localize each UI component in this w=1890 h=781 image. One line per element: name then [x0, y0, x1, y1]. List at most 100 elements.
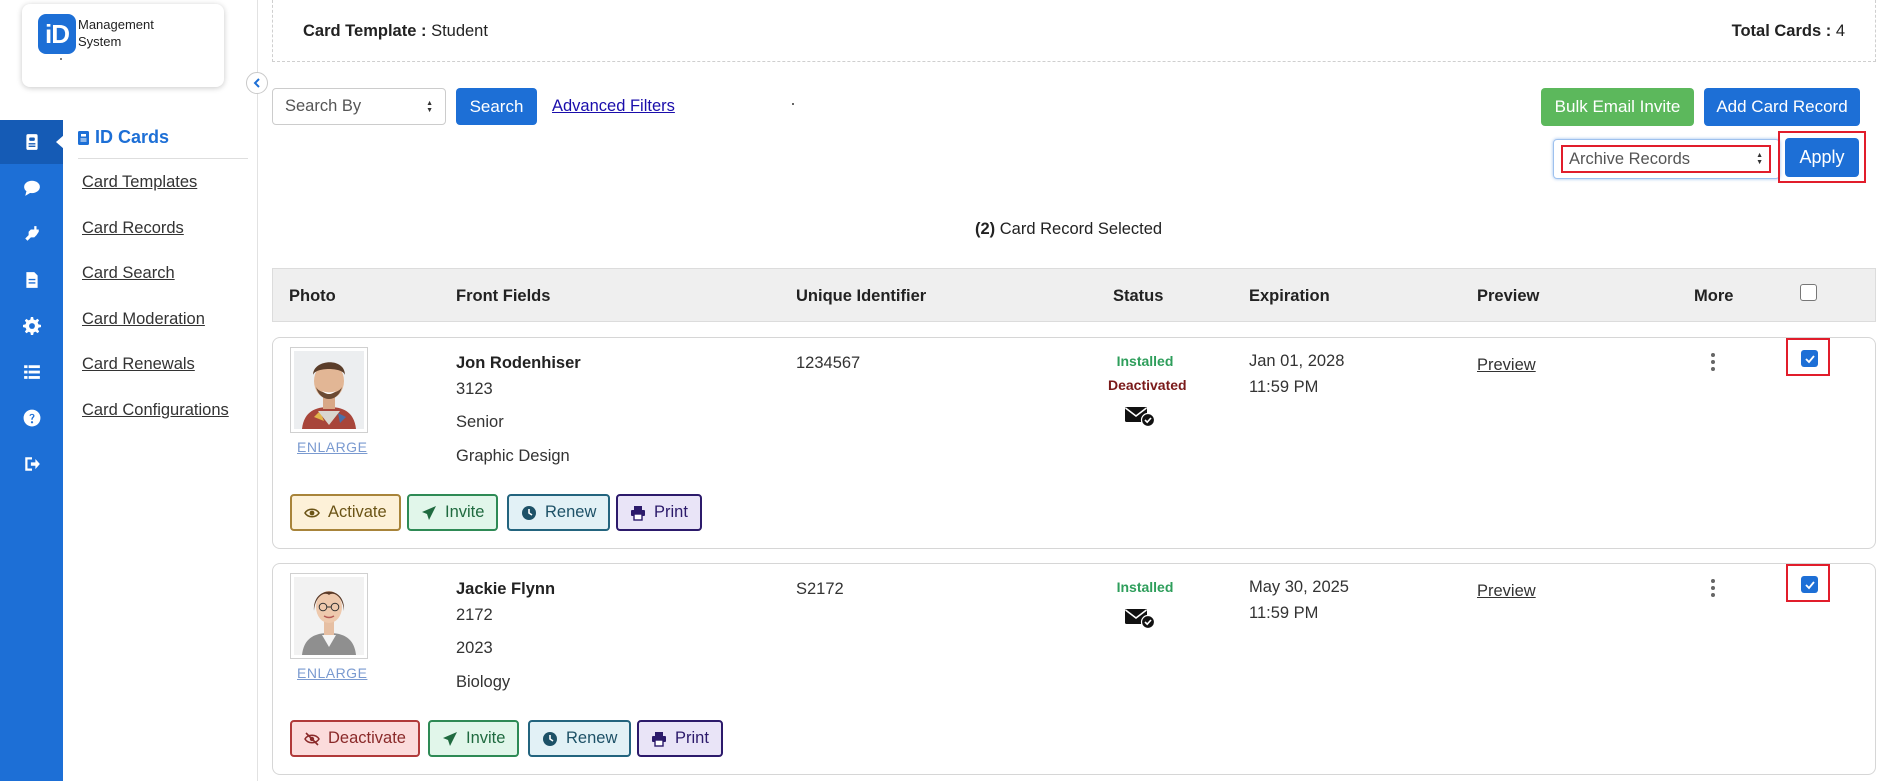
email-sent-icon [1125, 407, 1156, 428]
bulk-email-invite-button[interactable]: Bulk Email Invite [1541, 88, 1694, 126]
expiration-date: May 30, 2025 [1249, 578, 1349, 596]
column-header-front-fields: Front Fields [456, 287, 551, 305]
submenu-link-card-renewals[interactable]: Card Renewals [82, 355, 195, 374]
more-options-icon[interactable] [1710, 353, 1716, 371]
rail-help[interactable] [0, 396, 63, 440]
total-cards: Total Cards : 4 [1732, 22, 1845, 41]
photo-thumbnail[interactable] [290, 347, 368, 433]
icon-rail [0, 120, 64, 781]
template-header: Card Template : Student Total Cards : 4 [272, 0, 1876, 62]
renew-button[interactable]: Renew [507, 494, 611, 531]
add-card-record-button[interactable]: Add Card Record [1704, 88, 1860, 126]
paper-plane-icon [422, 505, 436, 520]
person-photo-male [294, 351, 364, 429]
status-deactivated: Deactivated [1108, 377, 1187, 393]
more-options-icon[interactable] [1710, 579, 1716, 597]
preview-link[interactable]: Preview [1477, 356, 1536, 375]
search-by-value: Search By [285, 97, 362, 115]
column-header-photo: Photo [289, 287, 336, 305]
activate-label: Activate [328, 503, 387, 521]
table-row: ENLARGE Jon Rodenhiser 3123 Senior Graph… [272, 337, 1876, 549]
expiration: Jan 01, 2028 11:59 PM [1249, 348, 1344, 400]
brand-name-line1: Management [78, 17, 154, 32]
renew-label: Renew [545, 503, 597, 521]
list-icon [23, 365, 40, 379]
submenu-link-card-search[interactable]: Card Search [82, 264, 175, 283]
select-arrows-icon: ▲ ▼ [426, 99, 433, 114]
printer-icon [652, 731, 666, 747]
rail-settings[interactable] [0, 304, 63, 348]
total-cards-value: 4 [1835, 22, 1845, 40]
logo-dot [60, 58, 62, 60]
rail-messages[interactable] [0, 166, 63, 210]
renew-label: Renew [566, 729, 618, 747]
invite-label: Invite [445, 503, 485, 521]
checkmark-icon [1804, 580, 1815, 589]
submenu-panel: ID Cards Card Templates Card Records Car… [63, 0, 258, 781]
rail-logout[interactable] [0, 442, 63, 486]
renew-button[interactable]: Renew [528, 720, 632, 757]
column-header-status: Status [1113, 287, 1164, 305]
help-icon [23, 409, 40, 427]
unique-identifier: 1234567 [796, 354, 861, 372]
photo-thumbnail[interactable] [290, 573, 368, 659]
printer-icon [631, 505, 645, 521]
rail-list[interactable] [0, 350, 63, 394]
selection-text: Card Record Selected [999, 220, 1163, 238]
person-photo-female [294, 577, 364, 655]
column-header-more: More [1694, 287, 1734, 305]
selection-summary: (2) Card Record Selected [975, 220, 1162, 239]
invite-button[interactable]: Invite [428, 720, 520, 757]
expiration-time: 11:59 PM [1249, 604, 1319, 622]
record-name: Jon Rodenhiser [456, 354, 581, 372]
activate-button[interactable]: Activate [290, 494, 401, 531]
enlarge-photo-link[interactable]: ENLARGE [297, 665, 367, 681]
row-select-highlight [1786, 338, 1830, 376]
column-header-unique-identifier: Unique Identifier [796, 287, 927, 305]
id-card-small-icon [78, 130, 89, 145]
print-label: Print [675, 729, 709, 747]
total-cards-label: Total Cards : [1731, 22, 1832, 40]
select-all-checkbox[interactable] [1800, 284, 1817, 301]
bulk-action-select[interactable]: Archive Records ▲ ▼ [1561, 145, 1771, 173]
brand-name-line2: System [78, 34, 122, 49]
rail-integrations[interactable] [0, 212, 63, 256]
column-header-expiration: Expiration [1249, 287, 1330, 305]
preview-link[interactable]: Preview [1477, 582, 1536, 601]
eye-icon [304, 507, 320, 518]
enlarge-photo-link[interactable]: ENLARGE [297, 439, 367, 455]
row-select-checkbox[interactable] [1801, 350, 1818, 367]
search-button[interactable]: Search [456, 88, 537, 125]
expiration-time: 11:59 PM [1249, 378, 1319, 396]
rail-documents[interactable] [0, 258, 63, 302]
expiration: May 30, 2025 11:59 PM [1249, 574, 1349, 626]
print-button[interactable]: Print [637, 720, 723, 757]
apply-button[interactable]: Apply [1785, 138, 1859, 177]
collapse-sidebar-button[interactable] [246, 72, 268, 94]
search-by-select[interactable]: Search By ▲ ▼ [272, 88, 446, 125]
submenu-link-card-configurations[interactable]: Card Configurations [82, 401, 229, 420]
print-button[interactable]: Print [616, 494, 702, 531]
id-card-icon [25, 134, 38, 150]
chat-icon [23, 180, 40, 196]
advanced-filters-link[interactable]: Advanced Filters [552, 97, 675, 116]
template-label: Card Template : [303, 22, 427, 40]
bulk-action-value: Archive Records [1569, 149, 1691, 168]
deactivate-button[interactable]: Deactivate [290, 720, 420, 757]
logo-card[interactable]: iD Management System [22, 4, 224, 87]
submenu-link-card-moderation[interactable]: Card Moderation [82, 310, 205, 329]
record-field: Graphic Design [456, 447, 570, 465]
clock-icon [522, 505, 536, 520]
document-icon [25, 272, 38, 288]
invite-button[interactable]: Invite [407, 494, 499, 531]
checkmark-icon [1804, 354, 1815, 363]
logo-text: Management System [78, 16, 154, 50]
table-row: ENLARGE Jackie Flynn 2172 2023 Biology S… [272, 563, 1876, 775]
submenu-link-card-records[interactable]: Card Records [82, 219, 184, 238]
rail-id-cards[interactable] [0, 120, 64, 164]
submenu-link-card-templates[interactable]: Card Templates [82, 173, 197, 192]
template-info: Card Template : Student [303, 22, 488, 41]
row-select-checkbox[interactable] [1801, 576, 1818, 593]
invite-label: Invite [466, 729, 506, 747]
deactivate-label: Deactivate [328, 729, 406, 747]
